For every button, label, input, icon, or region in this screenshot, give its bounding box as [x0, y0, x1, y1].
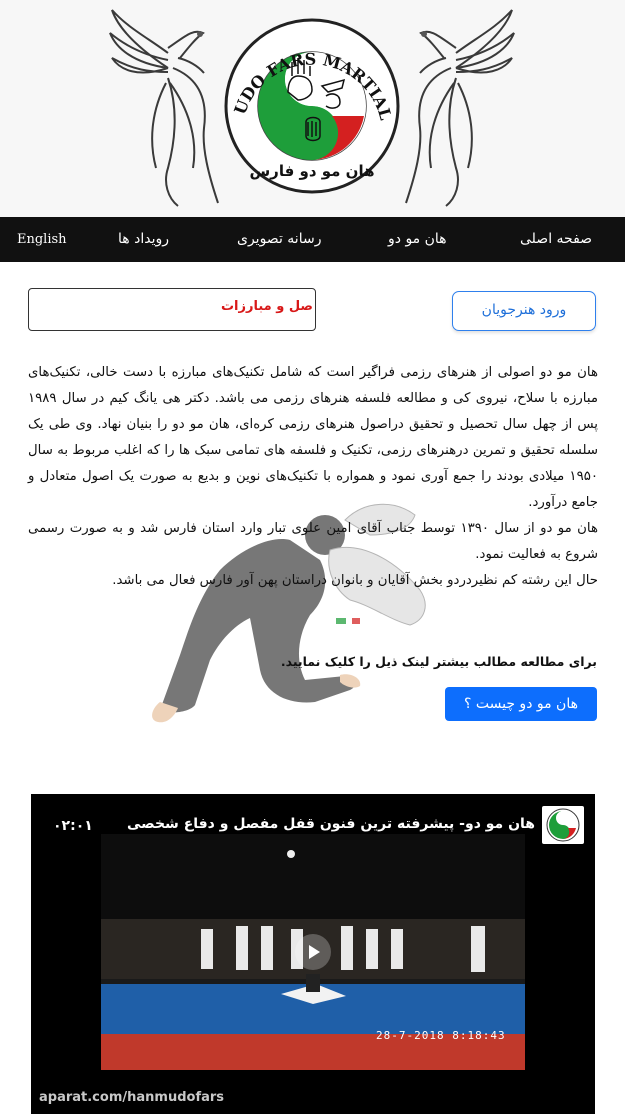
phoenix-right-image — [405, 9, 515, 207]
site-header: HANMUDO FARS MARTIAL ARTS هان مو دو فارس — [0, 0, 625, 217]
hanmudo-logo: HANMUDO FARS MARTIAL ARTS هان مو دو فارس — [222, 6, 400, 194]
intro-article: هان مو دو اصولی از هنرهای رزمی فراگیر اس… — [28, 360, 598, 594]
video-duration: ۰۲:۰۱ — [53, 818, 93, 834]
video-source-link[interactable]: aparat.com/hanmudofars — [39, 1090, 224, 1105]
intro-paragraph-2: هان مو دو از سال ۱۳۹۰ توسط جناب آقای امی… — [28, 521, 598, 562]
marquee-text: صل و مبارزات — [220, 299, 313, 314]
play-icon[interactable] — [295, 934, 331, 970]
read-more-note: برای مطالعه مطالب بیشتر لینک ذیل را کلیک… — [280, 654, 597, 669]
phoenix-left-image — [109, 9, 219, 207]
channel-logo[interactable] — [542, 806, 584, 844]
aparat-video-player[interactable]: هان مو دو- پیشرفته ترین فنون قفل مفصل و … — [31, 794, 595, 1114]
video-title[interactable]: هان مو دو- پیشرفته ترین فنون قفل مفصل و … — [127, 816, 535, 832]
nav-media[interactable]: رسانه تصویری — [237, 217, 321, 262]
what-is-hanmudo-button[interactable]: هان مو دو چیست ؟ — [445, 687, 597, 721]
logo-persian-text: هان مو دو فارس — [249, 162, 374, 180]
main-navbar: صفحه اصلی هان مو دو رسانه تصویری رویداد … — [0, 217, 625, 262]
intro-paragraph-3: حال این رشته کم نظیردردو بخش آقایان و با… — [112, 573, 598, 588]
nav-home[interactable]: صفحه اصلی — [520, 217, 592, 262]
nav-english[interactable]: English — [17, 217, 67, 262]
news-marquee[interactable]: صل و مبارزات — [28, 288, 316, 331]
nav-hanmudo[interactable]: هان مو دو — [388, 217, 447, 262]
student-login-button[interactable]: ورود هنرجویان — [452, 291, 596, 331]
video-timestamp: 28-7-2018 8:18:43 — [376, 1029, 506, 1042]
nav-events[interactable]: رویداد ها — [118, 217, 169, 262]
intro-paragraph-1: هان مو دو اصولی از هنرهای رزمی فراگیر اس… — [28, 365, 598, 510]
